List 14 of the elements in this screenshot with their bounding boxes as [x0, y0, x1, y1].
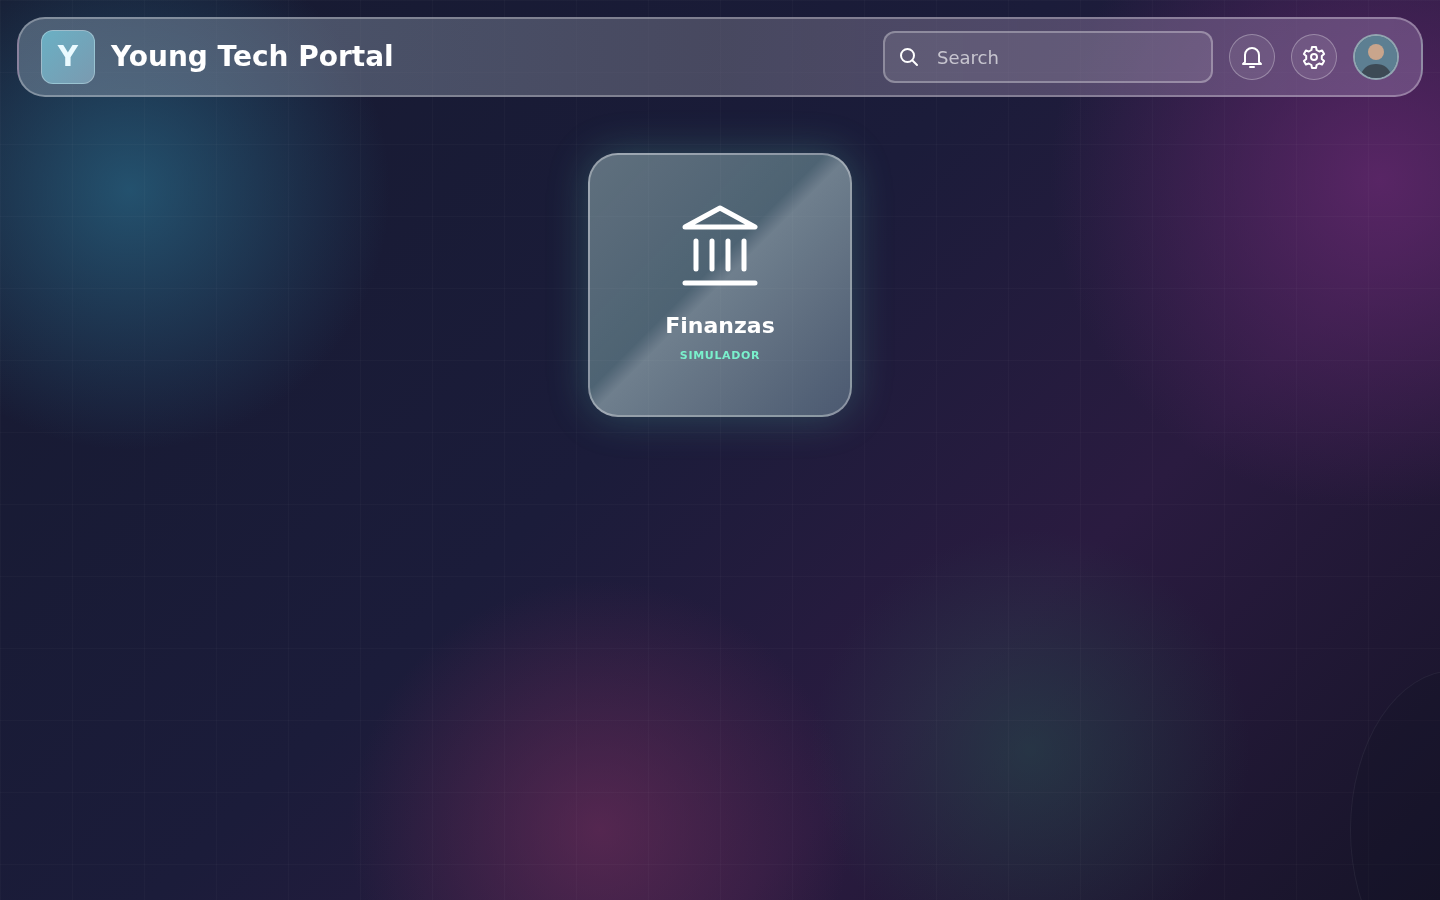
bank-icon [682, 205, 758, 287]
search-icon [899, 47, 919, 67]
app-subtitle: SIMULADOR [679, 348, 761, 364]
settings-icon [1302, 45, 1326, 69]
settings-button[interactable] [1291, 34, 1337, 80]
logo[interactable]: Y [41, 30, 95, 84]
portal-title: Young Tech Portal [111, 39, 394, 75]
avatar[interactable] [1353, 34, 1399, 80]
search-input[interactable]: Search [935, 42, 1197, 72]
notifications-button[interactable] [1229, 34, 1275, 80]
app-card[interactable]: Finanzas SIMULADOR [588, 153, 852, 417]
app-title: Finanzas [665, 312, 775, 340]
search-bar[interactable]: Search [883, 31, 1213, 83]
bell-icon [1241, 45, 1263, 69]
